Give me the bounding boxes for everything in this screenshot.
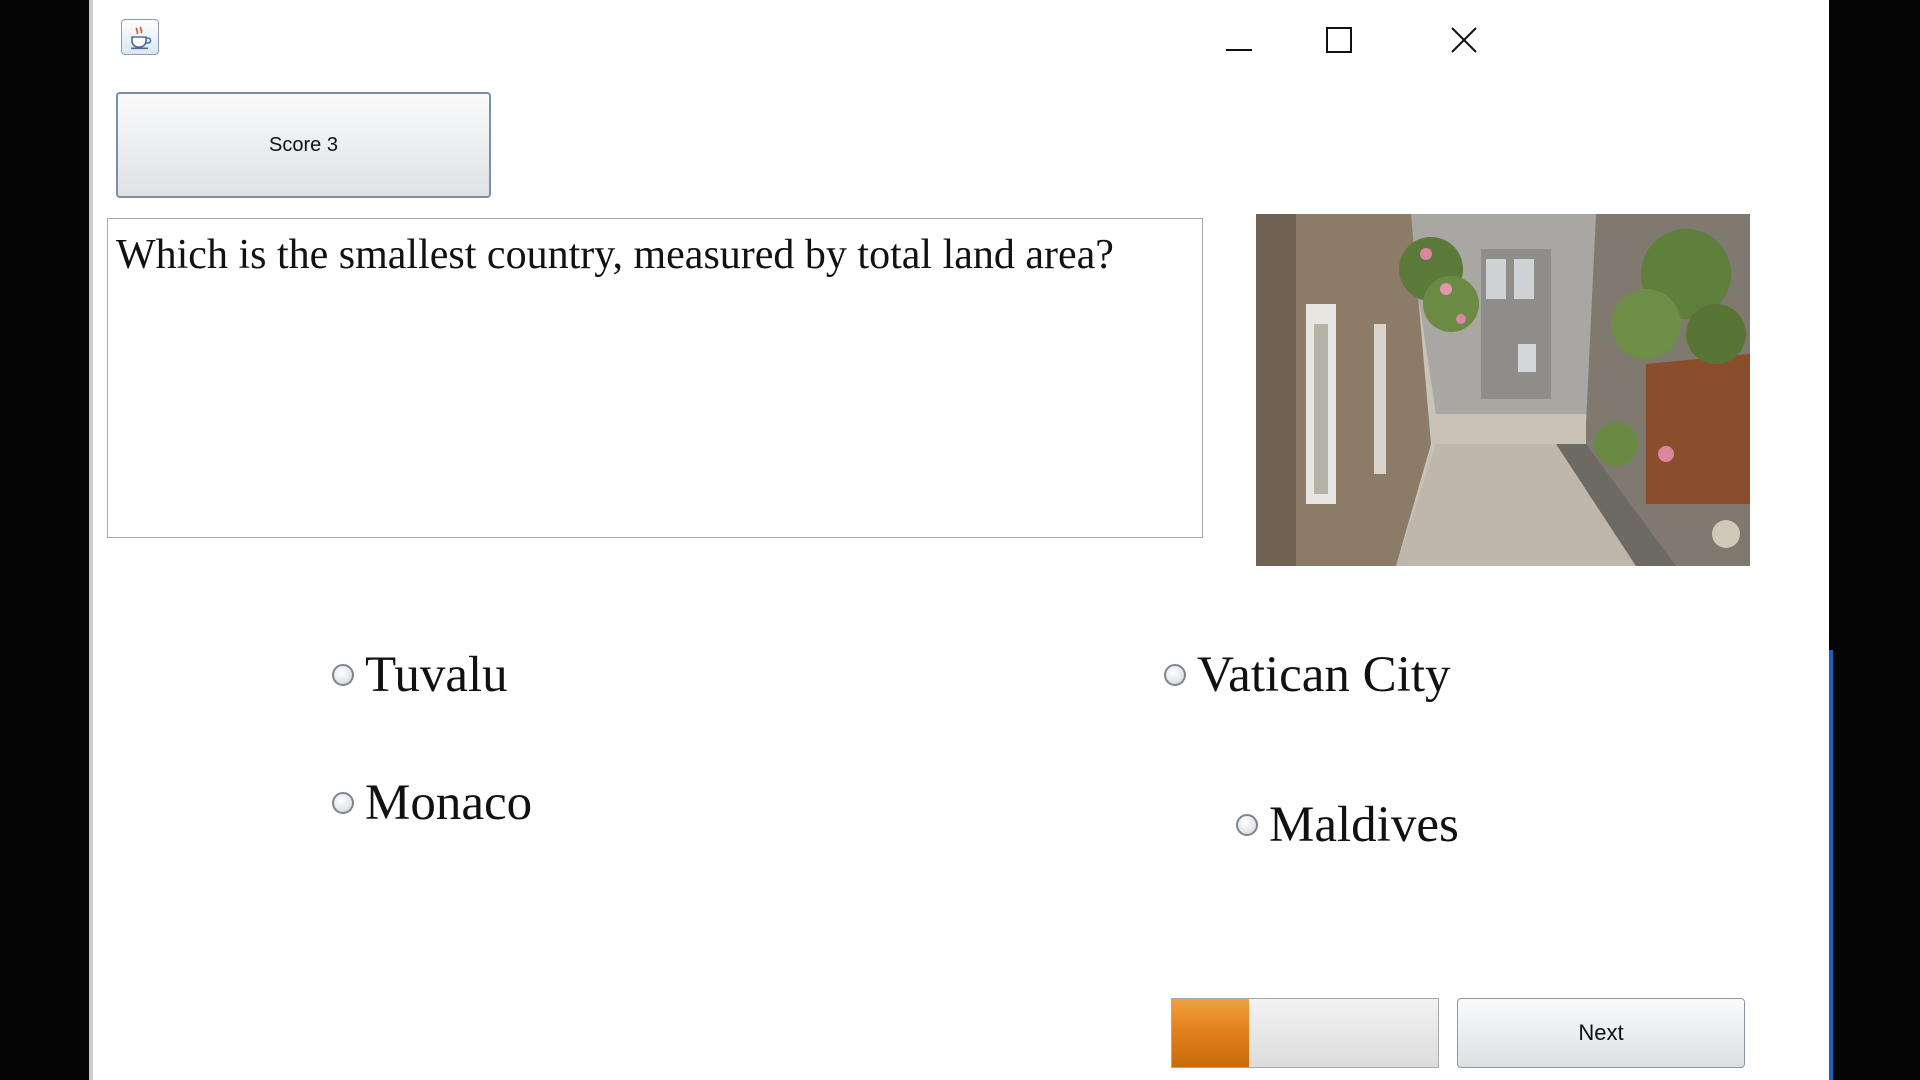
progress-bar-fill <box>1172 999 1250 1067</box>
java-coffee-icon[interactable] <box>121 19 159 55</box>
option-tuvalu[interactable]: Tuvalu <box>332 646 508 704</box>
option-monaco-radio[interactable] <box>332 792 354 814</box>
option-vatican-city-label: Vatican City <box>1197 647 1451 703</box>
option-vatican-city[interactable]: Vatican City <box>1164 646 1451 704</box>
score-button[interactable]: Score 3 <box>116 92 491 198</box>
maximize-button[interactable] <box>1309 14 1369 66</box>
close-icon <box>1451 27 1477 53</box>
option-tuvalu-radio[interactable] <box>332 664 354 686</box>
desktop-accent-bar <box>1829 650 1833 1080</box>
option-monaco-label: Monaco <box>365 775 533 831</box>
desktop-left-edge <box>0 0 92 1080</box>
option-vatican-city-radio[interactable] <box>1164 664 1186 686</box>
question-image <box>1256 214 1750 566</box>
maximize-icon <box>1326 27 1352 53</box>
question-text: Which is the smallest country, measured … <box>116 232 1114 278</box>
minimize-button[interactable] <box>1209 14 1269 66</box>
option-tuvalu-label: Tuvalu <box>365 647 508 703</box>
option-maldives-label: Maldives <box>1269 797 1459 853</box>
question-text-area[interactable]: Which is the smallest country, measured … <box>107 218 1203 538</box>
option-maldives[interactable]: Maldives <box>1236 796 1459 854</box>
minimize-icon <box>1226 49 1252 51</box>
option-monaco[interactable]: Monaco <box>332 774 532 832</box>
next-button[interactable]: Next <box>1457 998 1745 1068</box>
progress-bar <box>1171 998 1439 1068</box>
close-button[interactable] <box>1434 14 1494 66</box>
desktop-right-edge <box>1829 0 1920 1080</box>
quiz-window: Score 3 Which is the smallest country, m… <box>92 0 1829 1080</box>
option-maldives-radio[interactable] <box>1236 814 1258 836</box>
